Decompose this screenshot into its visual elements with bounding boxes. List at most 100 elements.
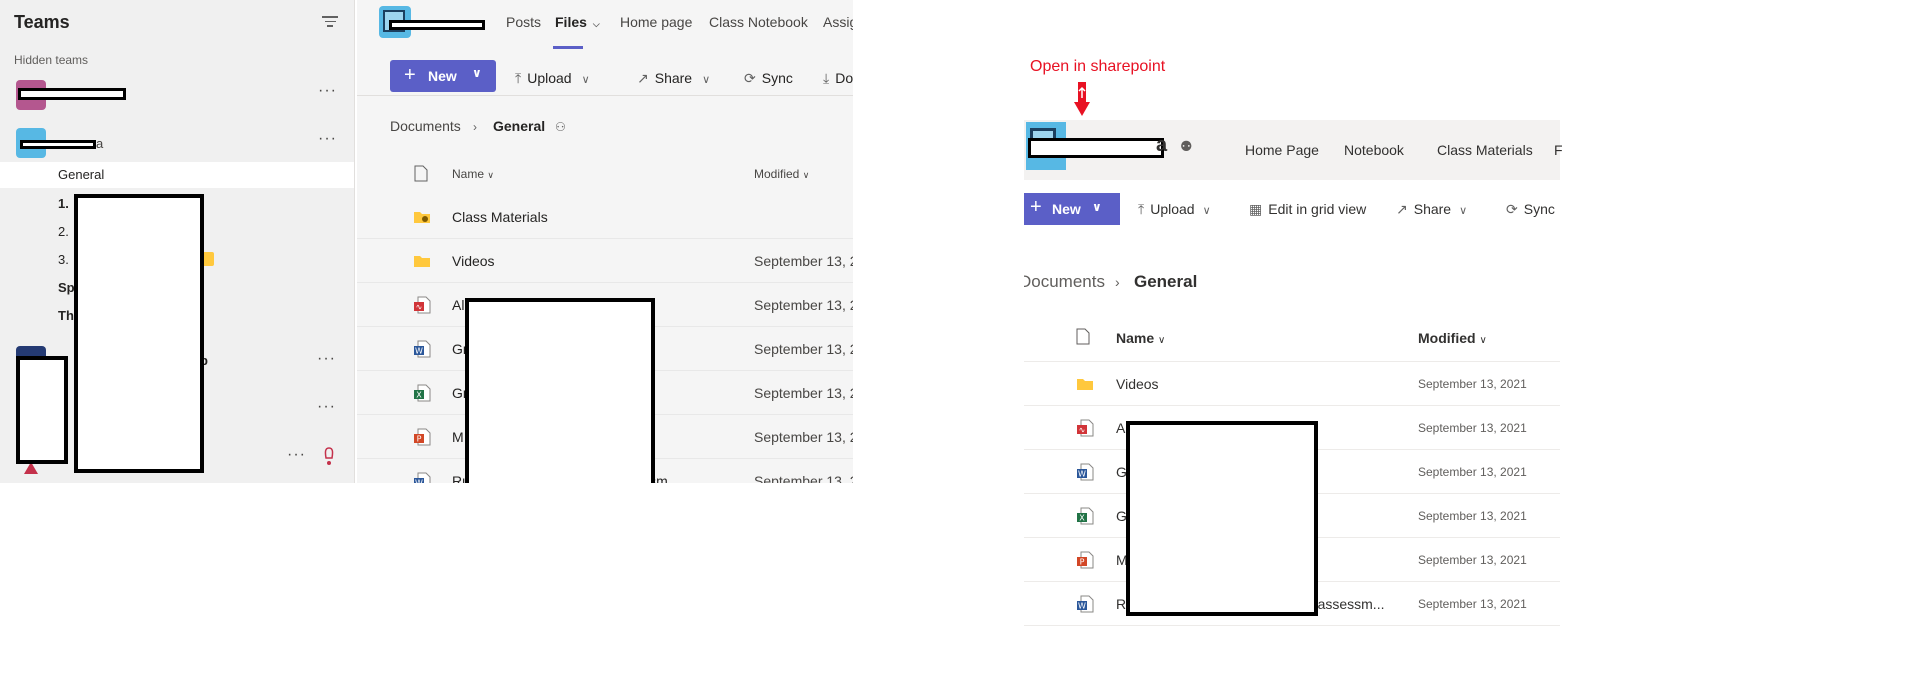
file-modified: September 13, 2 xyxy=(754,385,853,401)
file-icon-wrapper: W xyxy=(413,340,431,358)
redacted-channel-title xyxy=(389,20,485,30)
chevron-down-icon: ∨ xyxy=(1459,205,1468,217)
column-modified-label: Modified xyxy=(754,167,800,181)
file-icon-wrapper: X xyxy=(1076,507,1094,525)
channel-item[interactable]: 2. xyxy=(58,224,69,239)
nav-notebook[interactable]: Notebook xyxy=(1344,142,1404,158)
word-document-icon: W xyxy=(414,472,431,484)
column-name-label: Name xyxy=(1116,330,1155,346)
svg-text:W: W xyxy=(415,479,423,484)
file-name[interactable]: Al xyxy=(452,297,464,313)
folder-icon xyxy=(414,212,430,223)
tab-class-notebook[interactable]: Class Notebook xyxy=(709,14,808,30)
file-row[interactable]: Class Materials xyxy=(357,196,853,239)
site-title-fragment: a xyxy=(1156,134,1168,156)
upload-button[interactable]: ⤒ Upload ∨ xyxy=(1138,201,1211,218)
share-button[interactable]: ↗ Share ∨ xyxy=(1396,201,1467,218)
teams-icon[interactable]: ⚉ xyxy=(1180,138,1193,155)
more-options-icon[interactable]: ··· xyxy=(318,130,337,148)
file-icon-wrapper: ∿ xyxy=(413,296,431,314)
file-modified: September 13, 2 xyxy=(754,297,853,313)
file-name[interactable]: Videos xyxy=(452,253,495,269)
tab-files[interactable]: Files ⌵ xyxy=(555,14,600,30)
channel-item[interactable]: 3. xyxy=(58,252,69,267)
channel-item[interactable]: Th xyxy=(58,308,74,323)
tab-files-label: Files xyxy=(555,14,587,30)
sharepoint-toolbar: + New ∨ ⤒ Upload ∨ ▦ Edit in grid view ↗ Sha… xyxy=(1024,193,1560,225)
share-label: Share xyxy=(1413,201,1452,217)
more-options-icon[interactable]: ··· xyxy=(287,446,306,464)
file-icon-wrapper: X xyxy=(413,384,431,402)
file-name[interactable]: A xyxy=(1116,420,1125,436)
chevron-down-icon: ⌵ xyxy=(592,19,600,29)
tab-assignments[interactable]: Assig xyxy=(823,14,853,30)
tab-posts[interactable]: Posts xyxy=(506,14,541,30)
active-tab-indicator xyxy=(553,46,583,49)
file-name[interactable]: M xyxy=(452,429,464,445)
breadcrumb-root[interactable]: Documents xyxy=(390,118,461,134)
file-modified: September 13, 2 xyxy=(754,341,853,357)
redaction-box xyxy=(465,298,655,483)
filter-icon[interactable] xyxy=(322,16,338,28)
share-button[interactable]: ↗ Share ∨ xyxy=(637,70,710,87)
file-name[interactable]: Videos xyxy=(1116,376,1159,392)
sharepoint-screenshot: Open in sharepoint a ⚉ Home Page Noteboo… xyxy=(1020,0,1563,693)
svg-text:X: X xyxy=(1079,514,1085,523)
svg-text:∿: ∿ xyxy=(416,303,423,312)
file-modified: September 13, 2 xyxy=(754,473,853,483)
teams-screenshot: Teams Hidden teams ··· a ··· General 1. … xyxy=(0,0,853,483)
upload-label: Upload xyxy=(527,70,572,86)
chevron-down-icon: ∨ xyxy=(702,74,711,86)
more-options-icon[interactable]: ··· xyxy=(317,350,336,368)
file-icon-wrapper xyxy=(413,208,431,226)
file-icon-wrapper: W xyxy=(413,472,431,483)
excel-document-icon: X xyxy=(1077,507,1094,525)
download-button[interactable]: ⤓ Do xyxy=(823,70,853,87)
nav-item[interactable]: F xyxy=(1554,142,1563,158)
nav-home-page[interactable]: Home Page xyxy=(1245,142,1319,158)
column-name[interactable]: Name ∨ xyxy=(1116,330,1165,346)
upload-button[interactable]: ⤒ Upload ∨ xyxy=(515,70,590,87)
sync-button[interactable]: ⟳ Sync xyxy=(744,70,793,87)
tab-home-page[interactable]: Home page xyxy=(620,14,692,30)
file-icon-wrapper: ∿ xyxy=(1076,419,1094,437)
new-button[interactable]: + New ∨ xyxy=(390,60,496,92)
teams-sidebar: Teams Hidden teams ··· a ··· General 1. … xyxy=(0,0,355,483)
column-modified[interactable]: Modified ∨ xyxy=(754,167,809,181)
team-row-2[interactable]: a ··· xyxy=(0,128,355,158)
sidebar-title: Teams xyxy=(14,12,70,32)
column-name[interactable]: Name ∨ xyxy=(452,167,494,181)
edit-grid-view-button[interactable]: ▦ Edit in grid view xyxy=(1249,201,1366,218)
sync-button[interactable]: ⟳ Sync xyxy=(1506,201,1555,218)
grid-icon: ▦ xyxy=(1249,201,1263,217)
upload-label: Upload xyxy=(1150,201,1195,217)
file-modified: September 13, 2 xyxy=(754,429,853,445)
team-row-1[interactable]: ··· xyxy=(0,80,355,110)
pdf-document-icon: ∿ xyxy=(1077,419,1094,437)
nav-class-materials[interactable]: Class Materials xyxy=(1437,142,1533,158)
column-modified[interactable]: Modified ∨ xyxy=(1418,330,1487,346)
upload-icon: ⤒ xyxy=(515,70,522,86)
file-row[interactable]: Videos September 13, 2021 xyxy=(1024,362,1560,406)
file-row[interactable]: Videos September 13, 2 xyxy=(357,240,853,283)
channel-general-selected[interactable]: General xyxy=(0,162,354,188)
breadcrumb-root[interactable]: Documents xyxy=(1024,272,1114,292)
new-button[interactable]: + New ∨ xyxy=(1024,193,1120,225)
redaction-box xyxy=(74,194,204,473)
breadcrumb-root-label: Documents xyxy=(1024,272,1105,291)
more-options-icon[interactable]: ··· xyxy=(318,82,337,100)
file-modified: September 13, 2021 xyxy=(1418,597,1527,611)
share-icon: ↗ xyxy=(1396,201,1408,217)
folder-icon xyxy=(414,256,430,267)
channel-item[interactable]: 1. xyxy=(58,196,69,211)
svg-text:W: W xyxy=(1078,470,1086,479)
chevron-down-icon: ∨ xyxy=(581,74,590,86)
channel-item[interactable]: Sp xyxy=(58,280,75,295)
chevron-down-icon: ∨ xyxy=(1158,335,1166,346)
more-options-icon[interactable]: ··· xyxy=(317,398,336,416)
file-name[interactable]: Class Materials xyxy=(452,209,548,225)
svg-text:P: P xyxy=(417,435,422,444)
word-document-icon: W xyxy=(1077,595,1094,613)
file-name[interactable]: R xyxy=(1116,596,1126,612)
hidden-teams-label: Hidden teams xyxy=(14,53,89,67)
